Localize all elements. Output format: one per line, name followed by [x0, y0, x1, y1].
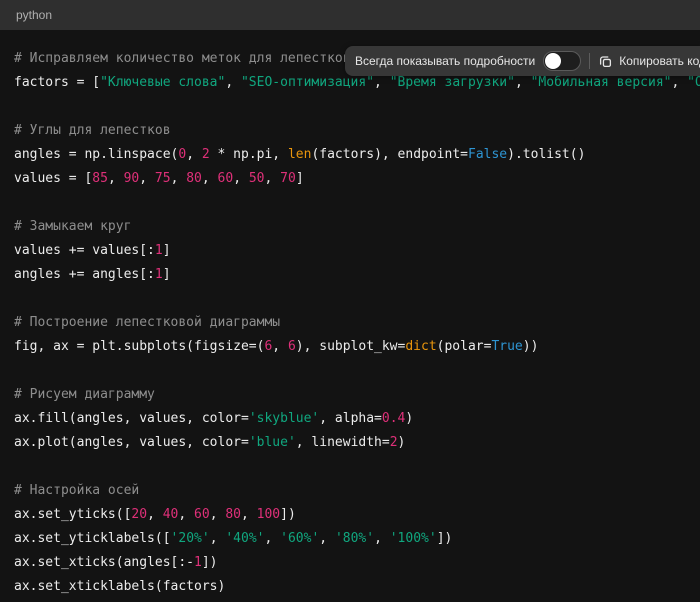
code-line: # Построение лепестковой диаграммы — [14, 311, 686, 335]
code-line: angles = np.linspace(0, 2 * np.pi, len(f… — [14, 143, 686, 167]
code-content: # Исправляем количество меток для лепест… — [0, 30, 700, 599]
code-line: ax.plot(angles, values, color='blue', li… — [14, 431, 686, 455]
code-line: # Замыкаем круг — [14, 215, 686, 239]
code-line: # Углы для лепестков — [14, 119, 686, 143]
always-show-details-label: Всегда показывать подробности — [355, 54, 535, 68]
code-line: fig, ax = plt.subplots(figsize=(6, 6), s… — [14, 335, 686, 359]
code-line: ax.set_xticklabels(factors) — [14, 575, 686, 599]
always-show-details-toggle[interactable] — [543, 51, 581, 71]
code-line: # Рисуем диаграмму — [14, 383, 686, 407]
code-line: values += values[:1] — [14, 239, 686, 263]
code-language-label: python — [16, 8, 52, 22]
code-header: python — [0, 0, 700, 30]
code-line: values = [85, 90, 75, 80, 60, 50, 70] — [14, 167, 686, 191]
copy-code-label: Копировать код — [619, 54, 700, 68]
code-line: ax.set_yticklabels(['20%', '40%', '60%',… — [14, 527, 686, 551]
copy-icon — [598, 54, 613, 69]
code-line — [14, 455, 686, 479]
code-line — [14, 95, 686, 119]
code-line — [14, 287, 686, 311]
code-block: python Всегда показывать подробности Коп… — [0, 0, 700, 602]
code-line — [14, 191, 686, 215]
code-line: ax.fill(angles, values, color='skyblue',… — [14, 407, 686, 431]
code-toolbar: Всегда показывать подробности Копировать… — [345, 46, 700, 76]
code-line: ax.set_yticks([20, 40, 60, 80, 100]) — [14, 503, 686, 527]
code-line: ax.set_xticks(angles[:-1]) — [14, 551, 686, 575]
code-line: # Настройка осей — [14, 479, 686, 503]
copy-code-button[interactable]: Копировать код — [598, 54, 700, 69]
toggle-knob — [545, 53, 561, 69]
code-line — [14, 359, 686, 383]
toolbar-divider — [589, 53, 590, 69]
code-line: angles += angles[:1] — [14, 263, 686, 287]
